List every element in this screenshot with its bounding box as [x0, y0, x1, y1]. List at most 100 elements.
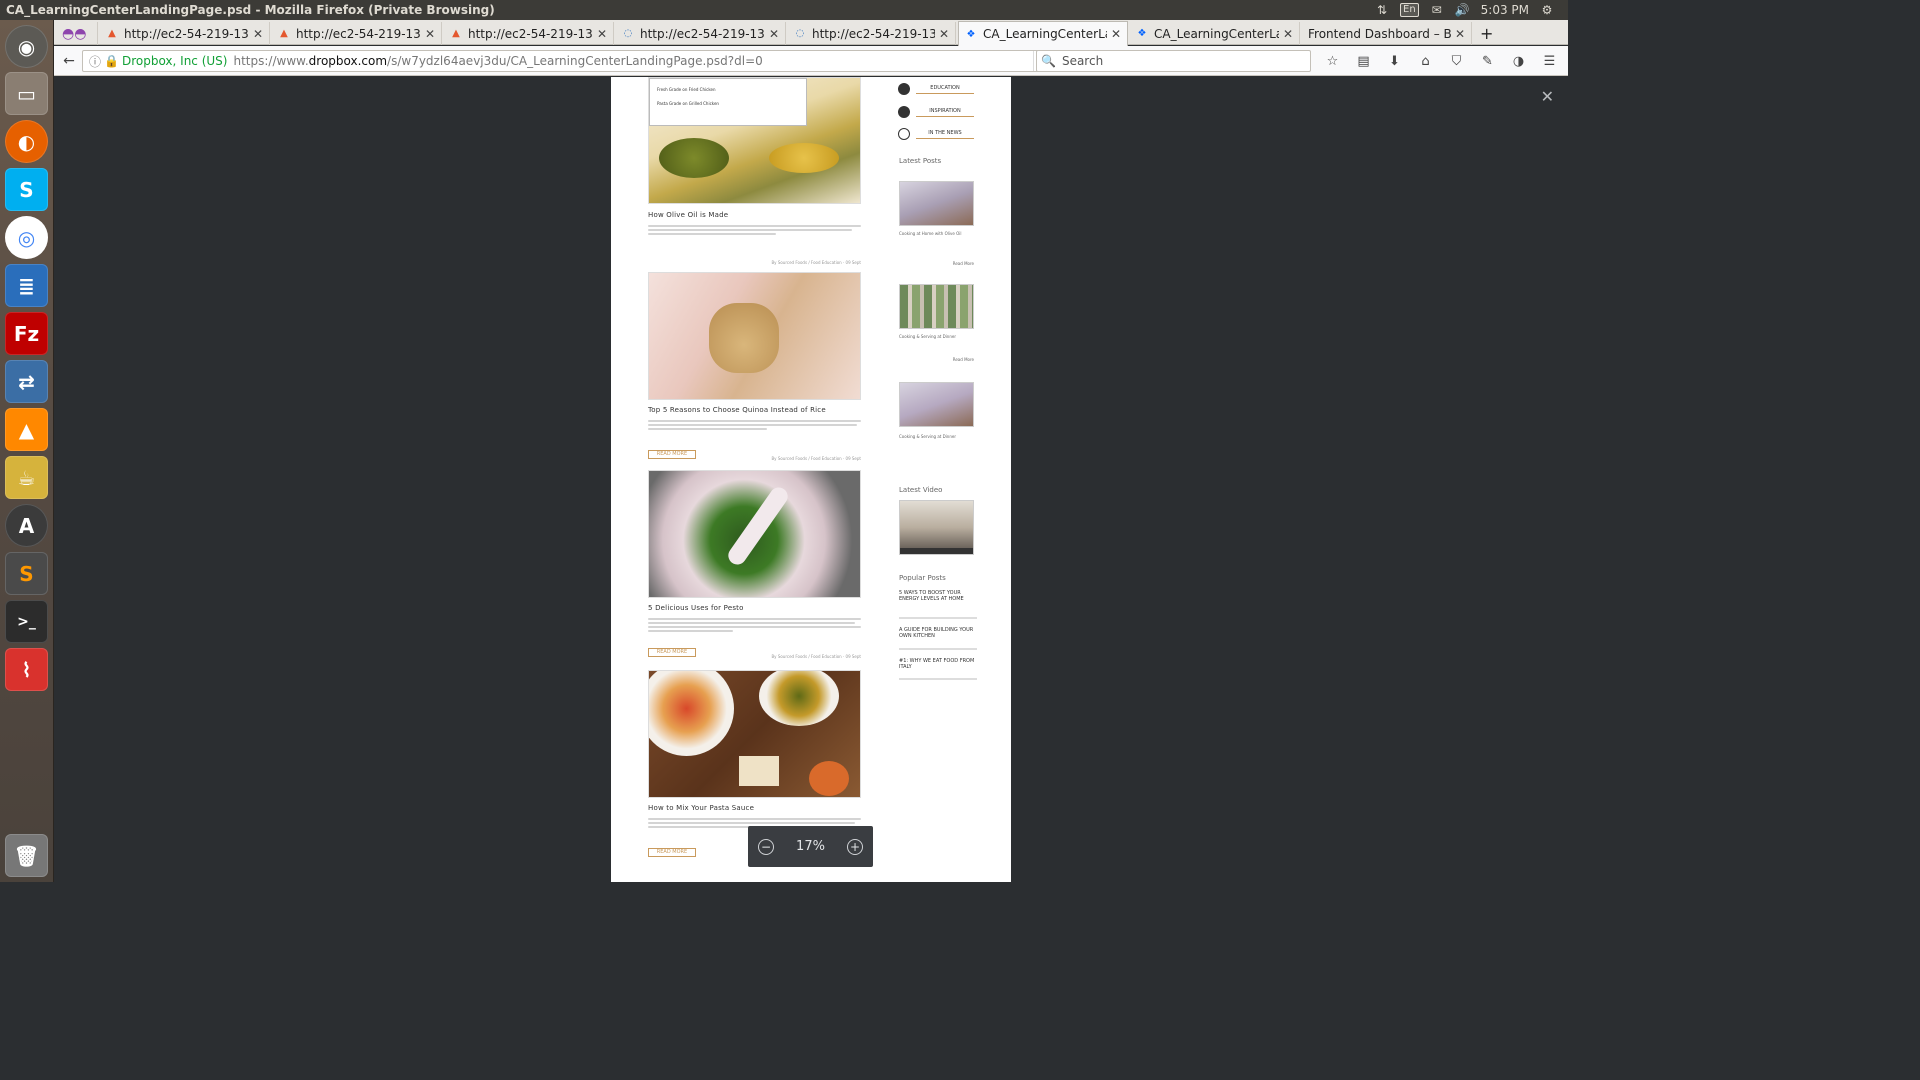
popular-post-meta — [899, 678, 977, 680]
close-icon[interactable]: ✕ — [1455, 27, 1465, 41]
vlc-icon[interactable]: ▲ — [5, 408, 48, 451]
dash-home-icon[interactable]: ◉ — [5, 25, 48, 68]
post-title[interactable]: Top 5 Reasons to Choose Quinoa Instead o… — [648, 406, 826, 414]
navigation-bar: ← ⓘ 🔒 Dropbox, Inc (US) https://www.drop… — [54, 46, 1568, 76]
close-icon[interactable]: ✕ — [425, 27, 435, 41]
teapot-icon[interactable]: ☕ — [5, 456, 48, 499]
new-tab-button[interactable]: + — [1474, 22, 1496, 45]
latest-post-thumb[interactable] — [899, 181, 974, 226]
close-icon[interactable]: ✕ — [253, 27, 263, 41]
category-in-the-news[interactable]: IN THE NEWS — [898, 127, 974, 141]
writer-icon[interactable]: ≣ — [5, 264, 48, 307]
dropbox-icon: ❖ — [1137, 28, 1147, 39]
read-more-button[interactable]: READ MORE — [648, 848, 696, 857]
read-more-button[interactable]: READ MORE — [648, 648, 696, 657]
tab-5[interactable]: ◌ http://ec2-54-219-131- ✕ — [788, 22, 956, 45]
popular-post-title[interactable]: A GUIDE FOR BUILDING YOUR OWN KITCHEN — [899, 627, 977, 639]
unity-launcher: ◉ ▭ ◐ S ◎ ≣ Fz ⇄ ▲ ☕ A S >_ ⌇ 🗑 — [0, 20, 54, 882]
latest-post-thumb[interactable] — [899, 284, 974, 329]
latest-video-player[interactable] — [899, 500, 974, 555]
settings-gear-icon[interactable]: ⚙ — [1540, 3, 1554, 17]
close-icon[interactable]: ✕ — [939, 27, 949, 41]
close-icon[interactable]: ✕ — [769, 27, 779, 41]
latest-post-thumb[interactable] — [899, 382, 974, 427]
skype-icon[interactable]: S — [5, 168, 48, 211]
extension-icon[interactable]: ✎ — [1475, 50, 1500, 72]
back-arrow-icon[interactable]: ← — [56, 48, 82, 74]
video-controls-bar[interactable] — [900, 548, 973, 554]
pocket-icon[interactable]: ⛉ — [1444, 50, 1469, 72]
pdf-viewer-icon[interactable]: ⌇ — [5, 648, 48, 691]
post-meta: By Sourced Foods / Food Education · 09 S… — [771, 456, 861, 461]
files-icon[interactable]: ▭ — [5, 72, 48, 115]
tab-8[interactable]: Frontend Dashboard – BH ✕ — [1302, 22, 1472, 45]
filezilla-icon[interactable]: Fz — [5, 312, 48, 355]
firefox-icon[interactable]: ◐ — [5, 120, 48, 163]
category-inspiration[interactable]: INSPIRATION — [898, 105, 974, 119]
dropbox-preview-viewer: ✕ Fresh Grade on Fried Chicken Pasta Gra… — [54, 77, 1568, 882]
url-text[interactable]: https://www.dropbox.com/s/w7ydzl64aevj3d… — [233, 54, 762, 68]
news-icon — [898, 128, 910, 140]
post-meta: By Sourced Foods / Food Education · 09 S… — [771, 654, 861, 659]
pasta-sauce-image — [648, 670, 861, 798]
sublime-text-icon[interactable]: S — [5, 552, 48, 595]
tab-4[interactable]: ◌ http://ec2-54-219-131- ✕ — [616, 22, 786, 45]
post-meta: By Sourced Foods / Food Education · 09 S… — [771, 260, 861, 265]
site-identity[interactable]: ⓘ 🔒 Dropbox, Inc (US) — [89, 53, 227, 70]
reading-list-icon[interactable]: ▤ — [1351, 50, 1376, 72]
remote-desktop-icon[interactable]: ⇄ — [5, 360, 48, 403]
profile-icon[interactable]: ◑ — [1506, 50, 1531, 72]
mail-icon[interactable]: ✉ — [1430, 3, 1444, 17]
close-icon[interactable]: ✕ — [1541, 87, 1554, 106]
popular-post-title[interactable]: #1: WHY WE EAT FOOD FROM ITALY — [899, 658, 977, 670]
menu-icon[interactable]: ☰ — [1537, 50, 1562, 72]
tab-3[interactable]: ▲ http://ec2-54-219-131- ✕ — [444, 22, 614, 45]
close-icon[interactable]: ✕ — [1111, 27, 1121, 41]
network-arrows-icon[interactable]: ⇅ — [1375, 3, 1389, 17]
software-updater-icon[interactable]: A — [5, 504, 48, 547]
post-title[interactable]: 5 Delicious Uses for Pesto — [648, 604, 744, 612]
popular-post-meta — [899, 617, 977, 619]
tab-6-active[interactable]: ❖ CA_LearningCenterLan ✕ — [958, 21, 1128, 46]
popular-post-title[interactable]: 5 WAYS TO BOOST YOUR ENERGY LEVELS AT HO… — [899, 590, 977, 602]
post-title[interactable]: How to Mix Your Pasta Sauce — [648, 804, 754, 812]
terminal-icon[interactable]: >_ — [5, 600, 48, 643]
read-more-button[interactable]: READ MORE — [648, 450, 696, 459]
zoom-control: − 17% + — [748, 826, 873, 867]
info-icon[interactable]: ⓘ — [89, 53, 101, 70]
download-icon[interactable]: ⬇ — [1382, 50, 1407, 72]
tab-1[interactable]: ▲ http://ec2-54-219-131- ✕ — [100, 22, 270, 45]
psd-preview-document[interactable]: Fresh Grade on Fried Chicken Pasta Grade… — [611, 77, 1011, 882]
close-icon[interactable]: ✕ — [1283, 27, 1293, 41]
post-excerpt — [648, 223, 861, 237]
volume-icon[interactable]: 🔊 — [1455, 3, 1470, 17]
read-more-link[interactable]: Read More — [899, 261, 974, 266]
post-title[interactable]: How Olive Oil is Made — [648, 211, 728, 219]
identity-label: Dropbox, Inc (US) — [121, 54, 228, 68]
url-bar[interactable]: ⓘ 🔒 Dropbox, Inc (US) https://www.dropbo… — [82, 50, 1056, 72]
latest-post-title[interactable]: Cooking & Serving at Dinner — [899, 334, 974, 339]
zoom-in-icon[interactable]: + — [847, 838, 863, 855]
zoom-out-icon[interactable]: − — [758, 838, 774, 855]
trash-icon[interactable]: 🗑 — [5, 834, 48, 877]
latest-video-heading: Latest Video — [899, 486, 943, 494]
chrome-icon[interactable]: ◎ — [5, 216, 48, 259]
olive-oil-image: Fresh Grade on Fried Chicken Pasta Grade… — [648, 77, 861, 204]
read-more-link[interactable]: Read More — [899, 357, 974, 362]
magento-icon: ▲ — [108, 28, 116, 39]
latest-post-title[interactable]: Cooking & Serving at Dinner — [899, 434, 974, 439]
tab-2[interactable]: ▲ http://ec2-54-219-131- ✕ — [272, 22, 442, 45]
clock[interactable]: 5:03 PM — [1481, 3, 1529, 17]
tab-7[interactable]: ❖ CA_LearningCenterLan ✕ — [1130, 22, 1300, 45]
search-input[interactable]: 🔍 Search — [1036, 50, 1311, 72]
book-icon — [898, 83, 910, 95]
post-excerpt — [648, 616, 861, 634]
keyboard-layout-indicator[interactable]: En — [1400, 3, 1419, 17]
category-education[interactable]: EDUCATION — [898, 82, 974, 96]
quinoa-image — [648, 272, 861, 400]
close-icon[interactable]: ✕ — [597, 27, 607, 41]
lightbulb-icon — [898, 106, 910, 118]
latest-post-title[interactable]: Cooking at Home with Olive Oil — [899, 231, 974, 236]
home-icon[interactable]: ⌂ — [1413, 50, 1438, 72]
bookmark-star-icon[interactable]: ☆ — [1320, 50, 1345, 72]
